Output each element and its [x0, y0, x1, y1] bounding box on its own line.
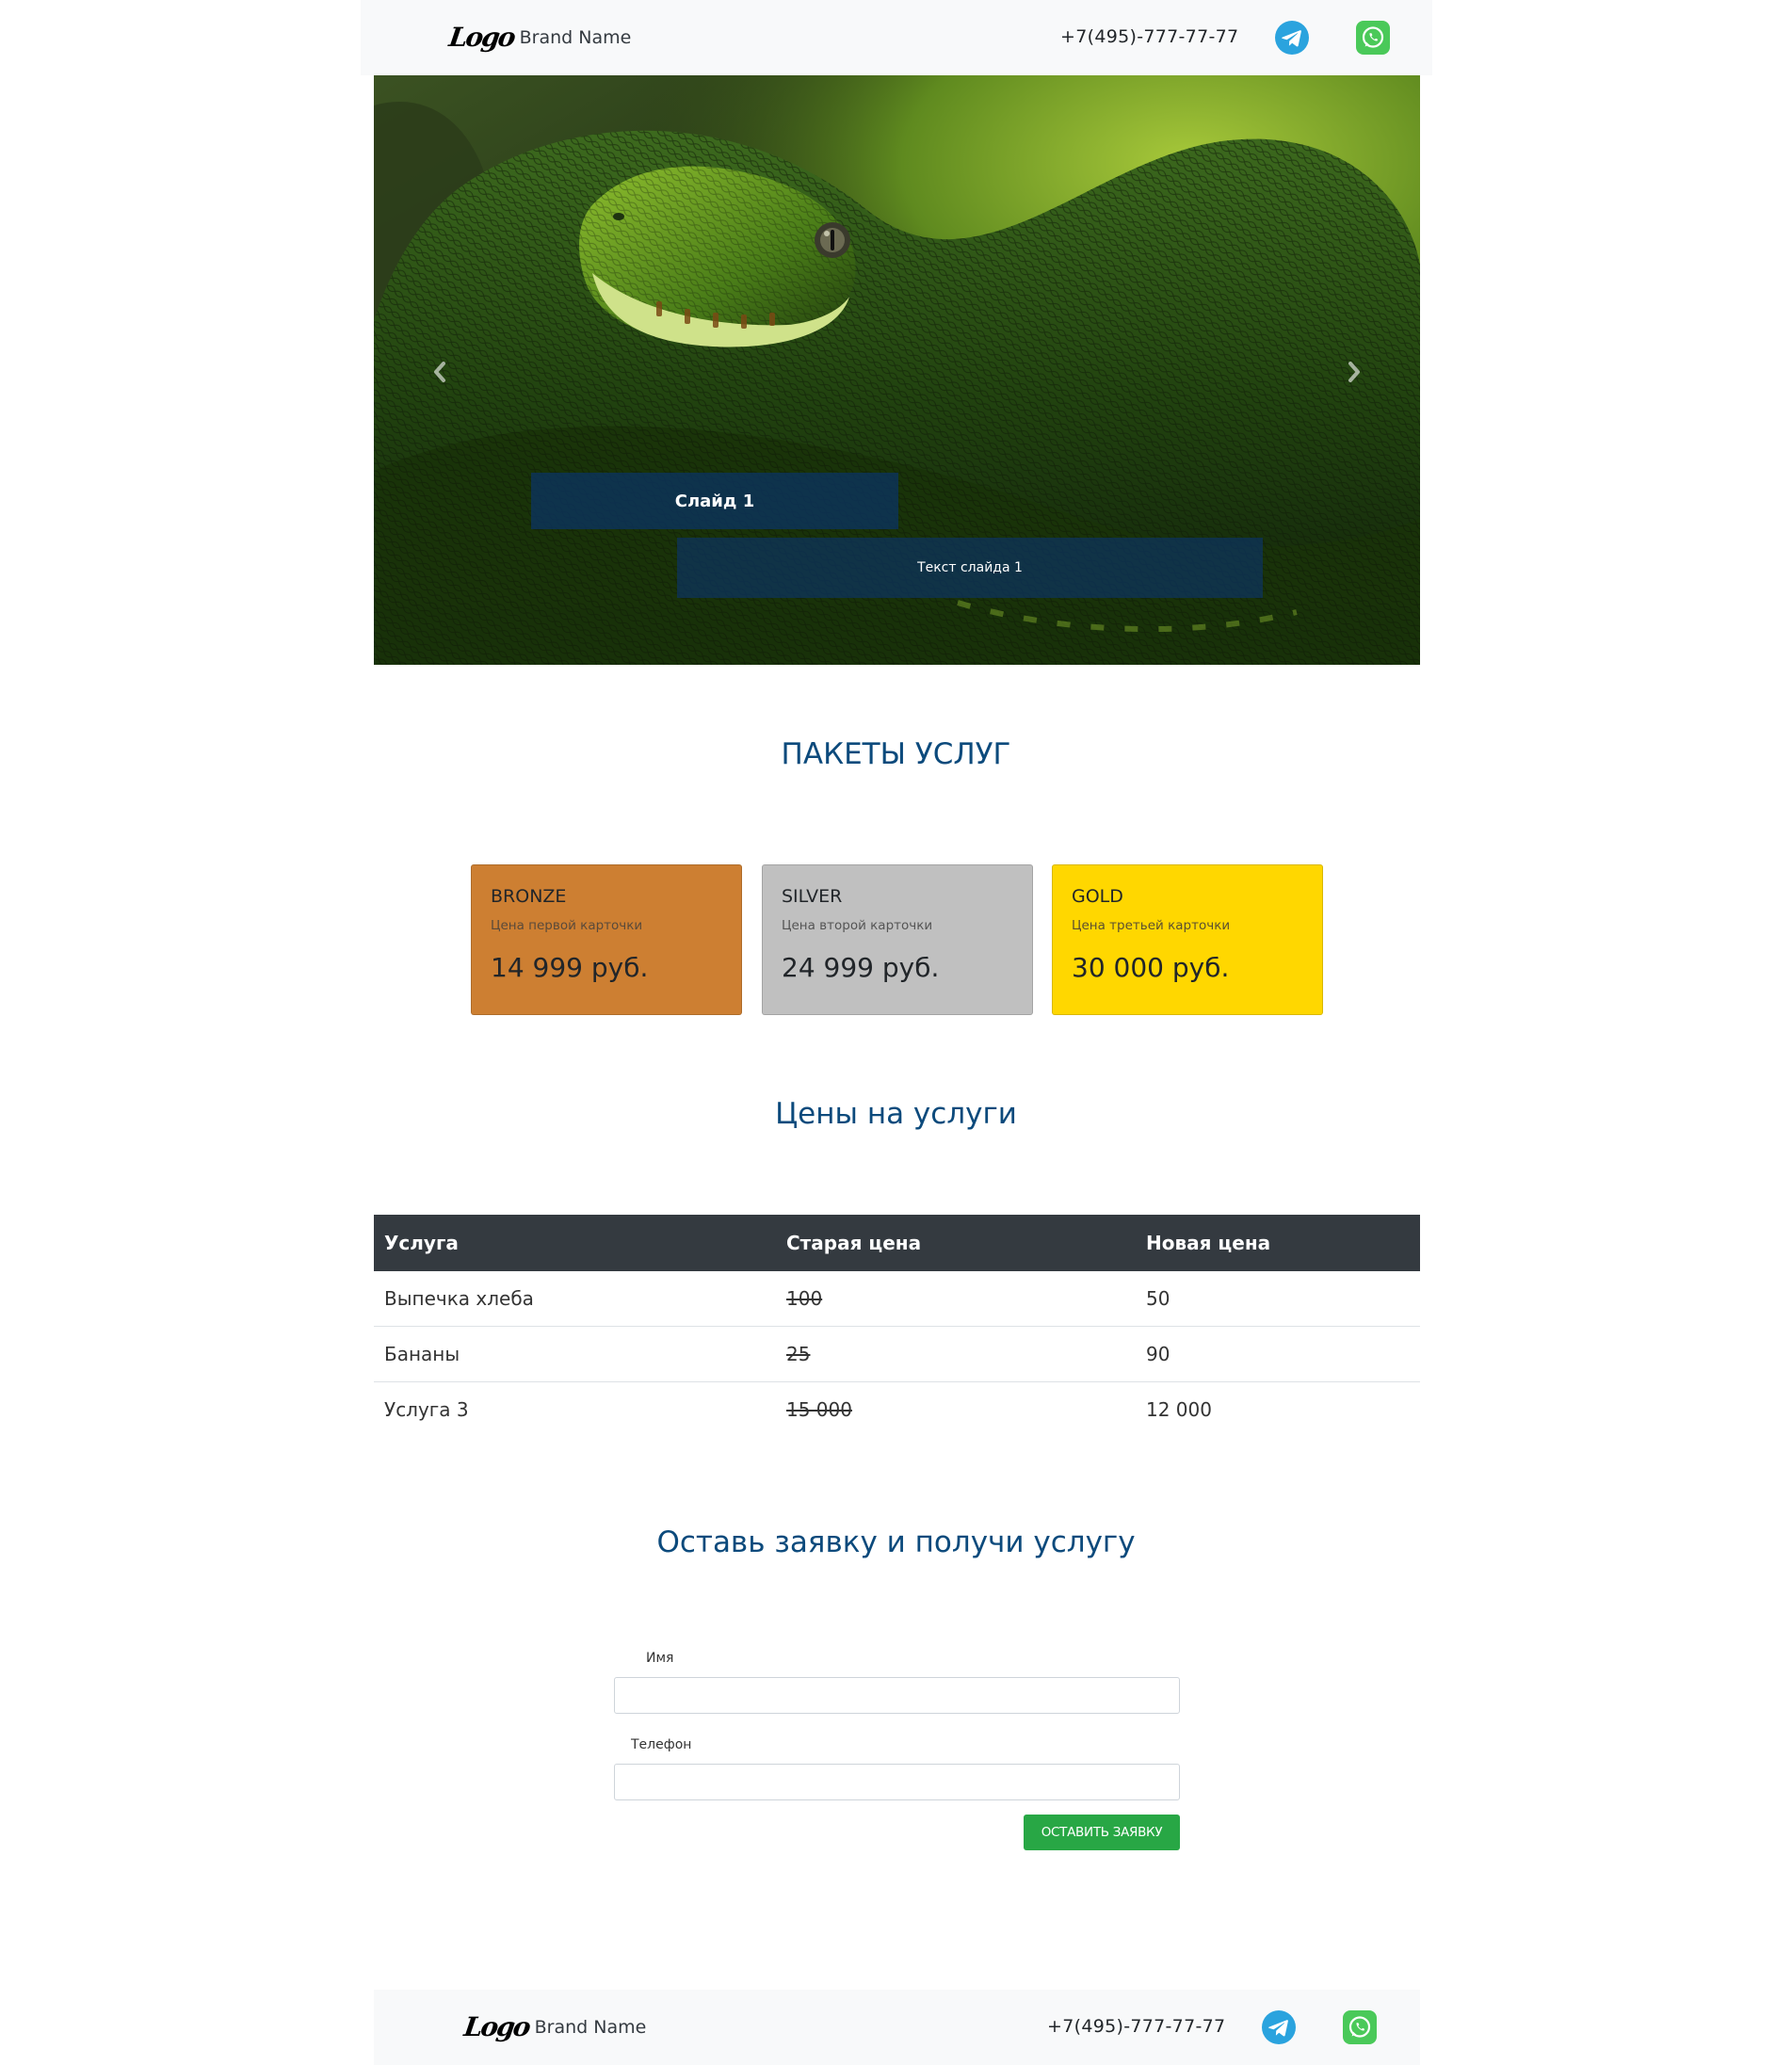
telegram-icon[interactable] [1275, 21, 1309, 55]
brand-link[interactable]: Logo Brand Name [461, 2009, 647, 2046]
table-row: Выпечка хлеба 100 50 [374, 1271, 1420, 1327]
brand-name: Brand Name [519, 27, 632, 48]
slide-title: Слайд 1 [531, 473, 898, 529]
brand-link[interactable]: Logo Brand Name [446, 19, 632, 56]
telegram-icon[interactable] [1262, 2010, 1296, 2044]
package-card-gold[interactable]: GOLD Цена третьей карточки 30 000 руб. [1052, 864, 1323, 1015]
phone-label: Телефон [631, 1737, 692, 1752]
request-form-title: Оставь заявку и получи услугу [656, 1525, 1136, 1559]
packages-title: ПАКЕТЫ УСЛУГ [781, 737, 1011, 771]
old-price-cell: 15 000 [776, 1381, 1136, 1437]
chevron-right-icon [1348, 362, 1360, 382]
new-price-cell: 90 [1136, 1326, 1420, 1382]
service-cell: Услуга 3 [374, 1381, 776, 1437]
phone-input[interactable] [614, 1764, 1180, 1800]
package-card-bronze[interactable]: BRONZE Цена первой карточки 14 999 руб. [471, 864, 742, 1015]
site-header: Logo Brand Name +7(495)-777-77-77 [361, 0, 1432, 75]
prices-title: Цены на услуги [775, 1097, 1017, 1131]
service-cell: Выпечка хлеба [384, 1287, 534, 1310]
carousel-prev-button[interactable] [421, 339, 459, 405]
new-price-cell: 50 [1146, 1287, 1170, 1310]
submit-request-button[interactable]: Оставить заявку [1024, 1815, 1180, 1850]
card-subtitle: Цена третьей карточки [1072, 918, 1231, 933]
service-cell: Бананы [374, 1326, 776, 1382]
new-price-cell: 12 000 [1136, 1381, 1420, 1437]
whatsapp-icon[interactable] [1356, 21, 1390, 55]
phone-link[interactable]: +7(495)-777-77-77 [1060, 26, 1238, 47]
card-title: BRONZE [491, 886, 567, 907]
old-price-cell: 25 [776, 1326, 1136, 1382]
column-header-old-price: Старая цена [786, 1232, 922, 1254]
slide-caption: Текст слайда 1 [677, 538, 1263, 598]
table-header-row: Услуга Старая цена Новая цена [374, 1215, 1420, 1271]
table-row: Бананы 25 90 [374, 1326, 1420, 1382]
prices-table: Услуга Старая цена Новая цена Выпечка хл… [374, 1215, 1420, 1437]
card-subtitle: Цена второй карточки [782, 918, 933, 933]
card-title: SILVER [782, 886, 843, 907]
card-title: GOLD [1072, 886, 1123, 907]
site-footer: Logo Brand Name +7(495)-777-77-77 [374, 1990, 1420, 2065]
card-price: 14 999 руб. [491, 952, 649, 983]
whatsapp-icon[interactable] [1343, 2010, 1377, 2044]
column-header-service: Услуга [384, 1232, 459, 1254]
card-subtitle: Цена первой карточки [491, 918, 643, 933]
package-card-silver[interactable]: SILVER Цена второй карточки 24 999 руб. [762, 864, 1033, 1015]
phone-link[interactable]: +7(495)-777-77-77 [1047, 2016, 1225, 2037]
name-label: Имя [646, 1651, 674, 1666]
old-price-cell: 100 [786, 1287, 823, 1310]
hero-carousel: Слайд 1 Текст слайда 1 [374, 75, 1420, 665]
carousel-next-button[interactable] [1335, 339, 1373, 405]
brand-name: Brand Name [534, 2017, 647, 2038]
card-price: 24 999 руб. [782, 952, 940, 983]
column-header-new-price: Новая цена [1146, 1232, 1271, 1254]
logo: Logo [461, 2011, 532, 2042]
table-row: Услуга 3 15 000 12 000 [374, 1381, 1420, 1437]
logo: Logo [446, 22, 517, 53]
card-price: 30 000 руб. [1072, 952, 1230, 983]
chevron-left-icon [434, 362, 445, 382]
name-input[interactable] [614, 1677, 1180, 1714]
